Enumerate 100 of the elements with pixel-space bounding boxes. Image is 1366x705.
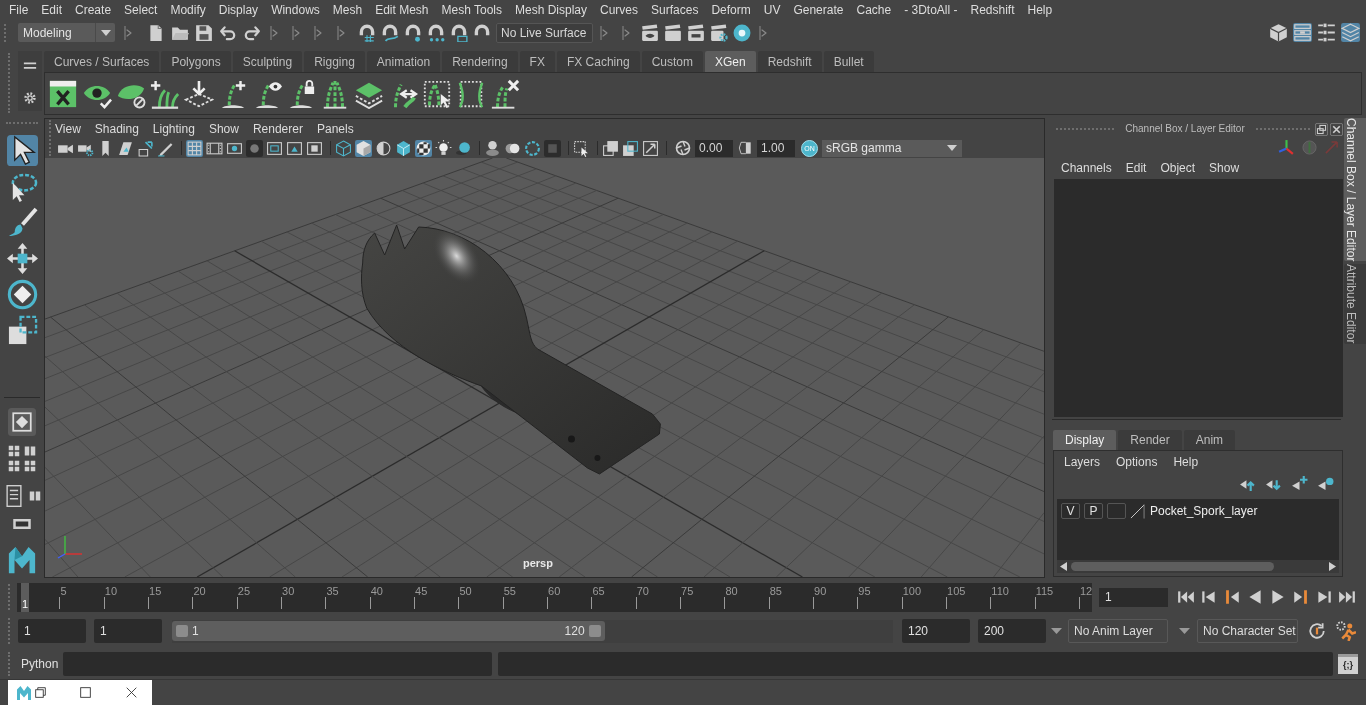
- go-to-start-icon[interactable]: [1177, 588, 1195, 606]
- menu-item[interactable]: Surfaces: [651, 4, 699, 16]
- layer-editor-tab[interactable]: Anim: [1183, 430, 1236, 450]
- shelf-tab[interactable]: Bullet: [823, 51, 874, 72]
- shaded-cube-icon[interactable]: [355, 139, 372, 157]
- menu-item[interactable]: Mesh: [332, 4, 363, 16]
- menu-item[interactable]: Generate: [793, 4, 844, 16]
- settings-icon[interactable]: [23, 91, 37, 105]
- ring-icon[interactable]: [733, 23, 751, 42]
- panel-menu-item[interactable]: Lighting: [152, 122, 195, 135]
- wireframe-cube-icon[interactable]: [335, 139, 352, 157]
- magnet-grid-icon[interactable]: [358, 23, 376, 42]
- animation-start-field[interactable]: 1: [18, 619, 86, 643]
- four-squares-icon[interactable]: [8, 445, 20, 457]
- restore-icon[interactable]: [35, 687, 46, 698]
- shelf-tab[interactable]: Rigging: [304, 51, 365, 72]
- grass-cursor-icon[interactable]: [422, 78, 452, 109]
- save-icon[interactable]: [195, 23, 213, 42]
- sliders-icon[interactable]: [1317, 23, 1336, 42]
- workspace-dropdown[interactable]: Modeling: [18, 23, 115, 42]
- grass-x-icon[interactable]: [490, 78, 520, 109]
- square-tile-icon[interactable]: [544, 139, 561, 157]
- command-language-label[interactable]: Python: [21, 657, 63, 670]
- document-lines-icon[interactable]: [3, 485, 25, 507]
- panel-menu-item[interactable]: Show: [208, 122, 239, 135]
- shelf-tab[interactable]: XGen: [704, 51, 756, 72]
- menu-item[interactable]: Redshift: [970, 4, 1015, 16]
- animation-end-field[interactable]: 200: [978, 619, 1046, 643]
- horizontal-scrollbar[interactable]: [1057, 560, 1339, 573]
- script-editor-button[interactable]: {;}: [1338, 653, 1358, 674]
- caret-icon[interactable]: [1051, 628, 1062, 634]
- file-icon[interactable]: [147, 23, 165, 42]
- gamma-field[interactable]: 1.00: [757, 139, 795, 157]
- menu-item[interactable]: - 3DtoAll -: [904, 4, 958, 16]
- light-bulb-icon[interactable]: [435, 139, 452, 157]
- panel-menu-item[interactable]: Renderer: [252, 122, 303, 135]
- shelf-tab[interactable]: Rendering: [442, 51, 518, 72]
- menu-item[interactable]: Edit Mesh: [375, 4, 429, 16]
- step-back-icon[interactable]: [1200, 588, 1218, 606]
- step-forward-bar-icon[interactable]: [1292, 588, 1310, 606]
- menu-item[interactable]: Modify: [170, 4, 206, 16]
- overlapping-squares-icon[interactable]: [622, 139, 639, 157]
- clapboard-eye-icon[interactable]: [641, 23, 659, 42]
- menu-item[interactable]: Help: [1027, 4, 1053, 16]
- window-x-icon[interactable]: [48, 78, 78, 109]
- menu-item[interactable]: Edit: [41, 4, 63, 16]
- shelf-tab[interactable]: Redshift: [757, 51, 822, 72]
- layers-icon[interactable]: [1341, 23, 1360, 42]
- restore-icon[interactable]: [1315, 122, 1328, 136]
- shelf-tab[interactable]: FX Caching: [556, 51, 640, 72]
- menu-item[interactable]: Create: [75, 4, 112, 16]
- four-squares-icon[interactable]: [8, 460, 20, 472]
- right-arrow-icon[interactable]: [1329, 562, 1336, 571]
- caret-icon[interactable]: [1179, 628, 1190, 634]
- logo-icon[interactable]: [7, 545, 37, 575]
- menu-item[interactable]: Display: [218, 4, 259, 16]
- command-input-field[interactable]: [63, 651, 492, 676]
- visibility-toggle[interactable]: V: [1061, 503, 1080, 519]
- blank-toggle[interactable]: [1107, 503, 1126, 519]
- playback-start-field[interactable]: 1: [94, 619, 162, 643]
- panel-menu-item[interactable]: View: [55, 122, 81, 135]
- framed-square-icon[interactable]: [306, 139, 323, 157]
- two-columns-icon[interactable]: [24, 445, 36, 457]
- go-to-end-icon[interactable]: [1338, 588, 1356, 606]
- menu-item[interactable]: Cache: [856, 4, 892, 16]
- person-icon[interactable]: [484, 139, 501, 157]
- channel-menu-item[interactable]: Edit: [1125, 162, 1147, 174]
- half-circle-icon[interactable]: [375, 139, 392, 157]
- plane-arrow-icon[interactable]: [184, 78, 214, 109]
- clapboard-gear-icon[interactable]: [710, 23, 728, 42]
- slash-icon[interactable]: [1130, 503, 1145, 519]
- aperture-icon[interactable]: [675, 140, 691, 156]
- squares-icon[interactable]: [6, 315, 38, 346]
- magnet-points-icon[interactable]: [427, 23, 445, 42]
- menu-item[interactable]: Select: [124, 4, 158, 16]
- side-tab[interactable]: Attribute Editor: [1344, 264, 1366, 344]
- redo-icon[interactable]: [243, 23, 261, 42]
- circular-arrow-icon[interactable]: [1308, 622, 1326, 640]
- shelf-tab[interactable]: Custom: [641, 51, 703, 72]
- channel-menu-item[interactable]: Show: [1209, 162, 1240, 174]
- range-slider-track[interactable]: 1 120: [172, 619, 893, 643]
- cube-icon[interactable]: [1269, 23, 1288, 42]
- menu-item[interactable]: Mesh Display: [515, 4, 588, 16]
- magnet-cube-icon[interactable]: [450, 23, 468, 42]
- shelf-tab[interactable]: Sculpting: [232, 51, 303, 72]
- menu-item[interactable]: Windows: [271, 4, 320, 16]
- current-frame-field[interactable]: 1: [1099, 587, 1168, 607]
- diamond-tile-icon[interactable]: [8, 408, 36, 436]
- layer-menu-item[interactable]: Options: [1116, 456, 1158, 468]
- nested-rectangles-icon[interactable]: [266, 139, 283, 157]
- step-forward-icon[interactable]: [1315, 588, 1333, 606]
- clapboard-icon[interactable]: [687, 23, 705, 42]
- time-ruler[interactable]: 1 5 10 15 20 25 30 35 40 45 50 55 60 65 70 75 80 85 90 95 100 105 110 115 12: [17, 582, 1092, 612]
- live-surface-field[interactable]: No Live Surface: [496, 22, 593, 43]
- axis-icon[interactable]: [1278, 139, 1295, 156]
- two-columns-icon[interactable]: [29, 490, 41, 502]
- four-squares-icon[interactable]: [24, 460, 36, 472]
- color-space-dropdown[interactable]: sRGB gamma: [822, 139, 962, 157]
- playback-toggle[interactable]: P: [1084, 503, 1103, 519]
- close-icon[interactable]: [1330, 122, 1343, 136]
